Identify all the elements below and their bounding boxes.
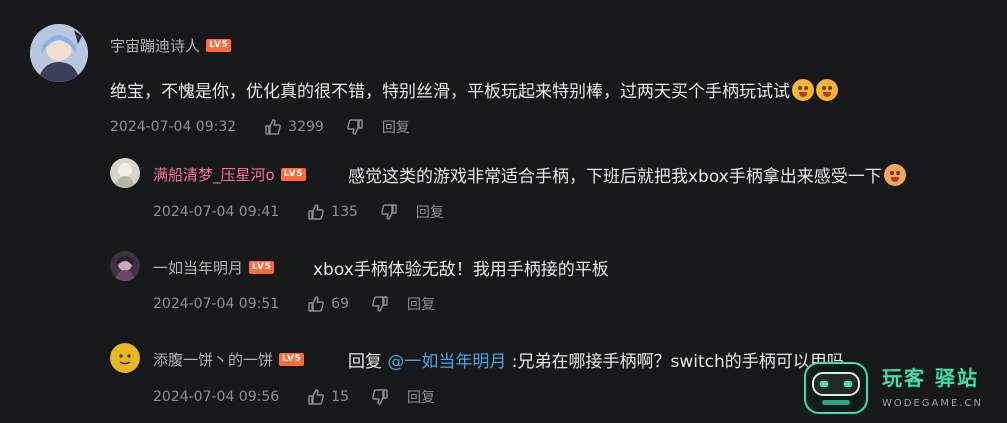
comment-body: :兄弟在哪接手柄啊？switch的手柄可以用吗 (506, 352, 844, 372)
comment-text: xbox手柄体验无敌！我用手柄接的平板 (313, 255, 609, 280)
level-badge: LV5 (280, 168, 306, 181)
avatar[interactable] (110, 251, 140, 281)
avatar[interactable] (110, 158, 140, 188)
thumbs-down-icon[interactable] (371, 388, 389, 406)
thumbs-up-icon[interactable] (264, 118, 282, 136)
level-badge: LV5 (206, 39, 232, 52)
username-text: 宇宙蹦迪诗人 (110, 37, 201, 55)
username[interactable]: 添腹一饼丶的一饼 LV5 (153, 349, 305, 370)
timestamp: 2024-07-04 09:41 (153, 204, 280, 220)
comment-body: 绝宝，不愧是你，优化真的很不错，特别丝滑，平板玩起来特别棒，过两天买个手柄玩试试 (110, 82, 790, 102)
like-count: 3299 (288, 119, 324, 135)
username-text: 添腹一饼丶的一饼 (153, 351, 274, 369)
like-count: 69 (331, 296, 349, 312)
thumbs-up-icon[interactable] (307, 295, 325, 313)
comment-text: 感觉这类的游戏非常适合手柄，下班后就把我xbox手柄拿出来感受一下 (348, 162, 906, 187)
reply-button[interactable]: 回复 (382, 117, 410, 137)
comment-meta: 2024-07-04 09:51 69 回复 (153, 294, 435, 314)
reply-prefix: 回复 (348, 352, 388, 372)
thumbs-up-icon[interactable] (307, 203, 325, 221)
watermark-url: WODEGAME.CN (882, 398, 983, 409)
avatar-image (30, 24, 88, 82)
username[interactable]: 宇宙蹦迪诗人 LV5 (110, 35, 232, 56)
timestamp: 2024-07-04 09:56 (153, 389, 280, 405)
scared-face-emoji (816, 79, 838, 101)
level-badge: LV5 (279, 353, 305, 366)
watermark-title: 玩客 驿站 (882, 366, 979, 390)
comment-meta: 2024-07-04 09:32 3299 回复 (110, 117, 410, 137)
comment-meta: 2024-07-04 09:41 135 回复 (153, 202, 444, 222)
thumbs-down-icon[interactable] (380, 203, 398, 221)
watermark-logo: 玩客 驿站 WODEGAME.CN (800, 358, 1007, 419)
like-count: 135 (331, 204, 358, 220)
thumbs-down-icon[interactable] (371, 295, 389, 313)
blush-face-emoji (883, 164, 906, 186)
username[interactable]: 满船清梦_压星河o LV5 (153, 164, 306, 185)
avatar-image (110, 343, 140, 373)
level-badge: LV5 (249, 261, 275, 274)
comment-body: xbox手柄体验无敌！我用手柄接的平板 (313, 260, 609, 280)
comment-text: 绝宝，不愧是你，优化真的很不错，特别丝滑，平板玩起来特别棒，过两天买个手柄玩试试 (110, 77, 838, 102)
avatar-image (110, 251, 140, 281)
comment-text: 回复 @一如当年明月 :兄弟在哪接手柄啊？switch的手柄可以用吗 (348, 347, 844, 372)
timestamp: 2024-07-04 09:51 (153, 296, 280, 312)
avatar[interactable] (30, 24, 88, 82)
username-text: 满船清梦_压星河o (153, 166, 275, 184)
scared-face-emoji (792, 79, 814, 101)
username[interactable]: 一如当年明月 LV5 (153, 257, 275, 278)
comment-meta: 2024-07-04 09:56 15 回复 (153, 387, 435, 407)
avatar[interactable] (110, 343, 140, 373)
thumbs-down-icon[interactable] (346, 118, 364, 136)
reply-button[interactable]: 回复 (407, 387, 435, 407)
thumbs-up-icon[interactable] (307, 388, 325, 406)
like-count: 15 (331, 389, 349, 405)
avatar-image (110, 158, 140, 188)
timestamp: 2024-07-04 09:32 (110, 119, 237, 135)
username-text: 一如当年明月 (153, 259, 244, 277)
reply-button[interactable]: 回复 (407, 294, 435, 314)
reply-button[interactable]: 回复 (416, 202, 444, 222)
comment-body: 感觉这类的游戏非常适合手柄，下班后就把我xbox手柄拿出来感受一下 (348, 167, 882, 187)
mention-link[interactable]: @一如当年明月 (387, 352, 506, 372)
